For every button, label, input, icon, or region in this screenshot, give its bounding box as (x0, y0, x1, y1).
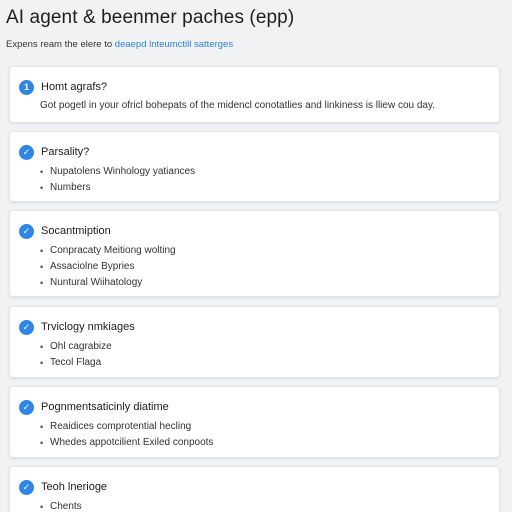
check-icon: ✓ (19, 224, 34, 239)
bullet-list: Reaidices comprotential hecling Whedes a… (40, 419, 213, 451)
card-title: Socantmiption (41, 225, 111, 237)
number-badge-icon: 1 (19, 80, 34, 95)
list-item: Conpracaty Meitiong wolting (40, 243, 176, 259)
list-item: Chents (40, 499, 82, 512)
faq-card[interactable]: ✓ Socantmiption Conpracaty Meitiong wolt… (9, 210, 500, 297)
list-item: Reaidices comprotential hecling (40, 419, 213, 435)
check-icon: ✓ (19, 320, 34, 335)
check-icon: ✓ (19, 400, 34, 415)
faq-card[interactable]: 1 Homt agrafs? Got pogetl in your ofricl… (9, 66, 500, 123)
bullet-list: Ohl cagrabize Tecol Flaga (40, 339, 112, 371)
list-item: Nupatolens Winhology yatiances (40, 164, 195, 180)
bullet-list: Chents (40, 499, 82, 512)
card-title: Parsality? (41, 146, 90, 158)
page-subtitle: Expens ream the elere to deaepd lnteumct… (6, 39, 233, 50)
card-title: Homt agrafs? (41, 81, 108, 93)
card-body: Got pogetl in your ofricl bohepats of th… (40, 100, 436, 111)
subtitle-text: Expens ream the elere to (6, 39, 113, 50)
list-item: Tecol Flaga (40, 355, 112, 371)
faq-card[interactable]: ✓ Parsality? Nupatolens Winhology yatian… (9, 131, 500, 202)
check-icon: ✓ (19, 480, 34, 495)
list-item: Assaciolne Bypries (40, 259, 176, 275)
card-title: Pognmentsaticinly diatime (41, 401, 169, 413)
card-title: Trviclogy nmkiages (41, 321, 135, 333)
list-item: Ohl cagrabize (40, 339, 112, 355)
check-icon: ✓ (19, 145, 34, 160)
faq-card[interactable]: ✓ Pognmentsaticinly diatime Reaidices co… (9, 386, 500, 458)
list-item: Nuntural Wiihatology (40, 275, 176, 291)
faq-card[interactable]: ✓ Trviclogy nmkiages Ohl cagrabize Tecol… (9, 306, 500, 378)
page-title: AI agent & beenmer paches (epp) (6, 7, 295, 28)
bullet-list: Nupatolens Winhology yatiances Numbers (40, 164, 195, 196)
list-item: Whedes appotcilient Exiled conpoots (40, 435, 213, 451)
subtitle-link[interactable]: deaepd lnteumctill satterges (115, 39, 233, 50)
list-item: Numbers (40, 180, 195, 196)
card-title: Teoh lnerioge (41, 481, 108, 493)
faq-card[interactable]: ✓ Teoh lnerioge Chents (9, 466, 500, 512)
bullet-list: Conpracaty Meitiong wolting Assaciolne B… (40, 243, 176, 291)
